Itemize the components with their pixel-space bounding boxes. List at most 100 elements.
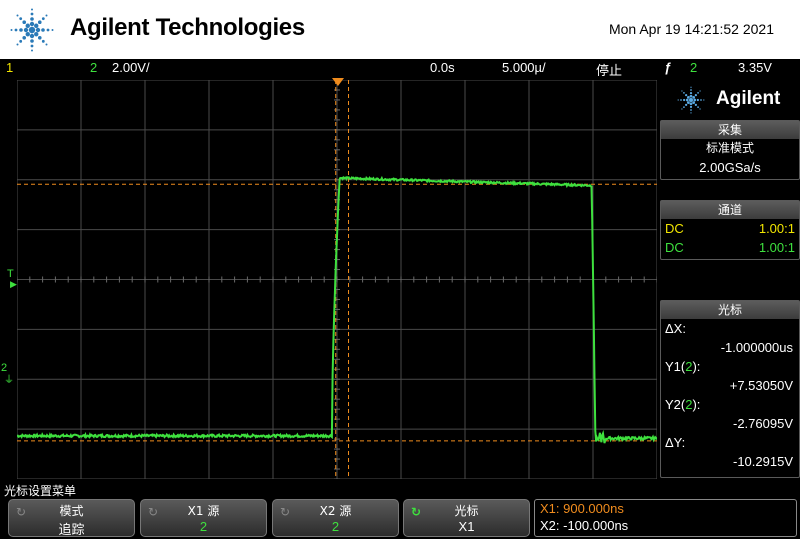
logo-dot bbox=[697, 106, 699, 108]
trigger-level: 3.35V bbox=[738, 60, 772, 75]
channel-1-coupling: DC bbox=[665, 221, 684, 236]
logo-dot bbox=[45, 14, 48, 17]
trigger-channel: 2 bbox=[690, 60, 698, 75]
logo-dot bbox=[697, 92, 699, 94]
channel-2-indicator[interactable]: 2 bbox=[90, 60, 97, 75]
logo-dot bbox=[41, 39, 45, 43]
logo-dot bbox=[30, 17, 34, 21]
delta-y-value: -10.2915V bbox=[733, 454, 793, 469]
x1-readout: X1: 900.000ns bbox=[540, 501, 624, 516]
logo-dot bbox=[694, 103, 697, 106]
waveform-display[interactable] bbox=[17, 80, 657, 479]
logo-dot bbox=[699, 90, 701, 92]
logo-dot bbox=[19, 17, 23, 21]
softkey-mode[interactable]: ↻ 模式 追踪 bbox=[8, 499, 135, 537]
acquire-header: 采集 bbox=[661, 121, 799, 139]
logo-dot bbox=[51, 29, 54, 31]
logo-dot bbox=[686, 101, 690, 105]
logo-dot bbox=[689, 98, 693, 102]
cursor-readout: X1: 900.000ns X2: -100.000ns bbox=[534, 499, 797, 537]
softkey-cursor-select[interactable]: ↻ 光标 X1 bbox=[403, 499, 530, 537]
logo-dot bbox=[30, 39, 34, 43]
time-delay: 0.0s bbox=[430, 60, 455, 75]
logo-dot bbox=[46, 28, 50, 32]
logo-dot bbox=[41, 17, 45, 21]
channels-header: 通道 bbox=[661, 201, 799, 219]
logo-dot bbox=[685, 98, 689, 102]
ground-symbol-icon: ⏚ bbox=[4, 375, 14, 386]
logo-dot bbox=[31, 8, 33, 11]
softkey-menu: 光标设置菜单 ↻ 模式 追踪 ↻ X1 源 2 ↻ X2 源 2 ↻ 光标 X1… bbox=[0, 480, 800, 539]
logo-dot bbox=[31, 49, 33, 52]
logo-dot bbox=[23, 27, 29, 33]
delta-y-label: ΔY: bbox=[665, 435, 686, 450]
graticule bbox=[17, 80, 657, 479]
rotate-knob-icon: ↻ bbox=[280, 505, 291, 519]
logo-dot bbox=[37, 20, 42, 25]
logo-dot bbox=[699, 108, 701, 110]
logo-dot bbox=[19, 28, 23, 32]
channel-1-row: DC 1.00:1 bbox=[661, 219, 799, 238]
logo-dot bbox=[703, 99, 705, 101]
status-bar: 1 2 2.00V/ 0.0s 5.000µ/ 停止 ƒ 2 3.35V bbox=[0, 59, 800, 78]
y1-value: +7.53050V bbox=[729, 378, 793, 393]
logo-dot bbox=[30, 12, 34, 16]
logo-dot bbox=[690, 109, 692, 111]
channel-1-probe: 1.00:1 bbox=[758, 221, 795, 236]
channel-2-scale: 2.00V/ bbox=[112, 60, 150, 75]
cursors-section[interactable]: 光标 ΔX: -1.000000us Y1(2): +7.53050V Y2(2… bbox=[660, 300, 800, 478]
agilent-spark-logo-icon bbox=[10, 8, 54, 52]
trigger-level-marker[interactable]: T bbox=[7, 268, 14, 280]
acquire-mode: 标准模式 bbox=[705, 141, 754, 155]
logo-dot bbox=[689, 92, 693, 95]
agilent-spark-small-icon bbox=[677, 86, 705, 114]
rotate-knob-icon: ↻ bbox=[148, 505, 159, 519]
run-state: 停止 bbox=[596, 63, 623, 78]
logo-dot bbox=[34, 23, 39, 28]
logo-dot bbox=[683, 92, 685, 94]
logo-dot bbox=[30, 44, 34, 48]
logo-dot bbox=[16, 43, 19, 46]
logo-dot bbox=[681, 90, 683, 92]
grid-lines bbox=[17, 80, 657, 479]
logo-dot bbox=[41, 28, 45, 32]
y2-label: Y2(2): bbox=[665, 397, 701, 412]
delta-x-label: ΔX: bbox=[665, 321, 686, 336]
cursors-header: 光标 bbox=[661, 301, 799, 319]
logo-dot bbox=[680, 99, 682, 101]
logo-dot bbox=[677, 99, 679, 101]
logo-dot bbox=[45, 43, 48, 46]
logo-dot bbox=[700, 99, 702, 101]
rotate-knob-icon: ↻ bbox=[16, 505, 27, 519]
panel-logo: Agilent bbox=[660, 82, 800, 118]
channels-section[interactable]: 通道 DC 1.00:1 DC 1.00:1 bbox=[660, 200, 800, 260]
logo-dot bbox=[683, 106, 685, 108]
logo-dot bbox=[22, 20, 27, 25]
logo-dot bbox=[689, 105, 693, 108]
acquire-section[interactable]: 采集 标准模式 2.00GSa/s bbox=[660, 120, 800, 180]
logo-dot bbox=[22, 35, 27, 40]
channel-2-probe: 1.00:1 bbox=[758, 240, 795, 255]
delta-x-value: -1.000000us bbox=[720, 340, 793, 355]
softkey-x1-source[interactable]: ↻ X1 源 2 bbox=[140, 499, 267, 537]
logo-dot bbox=[690, 86, 692, 88]
softkey-x2-source[interactable]: ↻ X2 源 2 bbox=[272, 499, 399, 537]
y2-value: -2.76095V bbox=[733, 416, 793, 431]
logo-dot bbox=[35, 27, 41, 33]
logo-dot bbox=[692, 101, 696, 105]
logo-dot bbox=[16, 14, 19, 17]
sample-rate: 2.00GSa/s bbox=[699, 160, 761, 175]
logo-dot bbox=[681, 108, 683, 110]
logo-dot bbox=[696, 98, 699, 102]
y1-label: Y1(2): bbox=[665, 359, 701, 374]
logo-dot bbox=[686, 95, 690, 99]
logo-dot bbox=[28, 26, 36, 34]
channel-1-indicator[interactable]: 1 bbox=[6, 60, 13, 75]
logo-dot bbox=[694, 94, 697, 97]
side-panel: Agilent 采集 标准模式 2.00GSa/s 通道 DC 1.00:1 D… bbox=[660, 80, 800, 479]
trigger-position-icon bbox=[332, 78, 344, 86]
logo-dot bbox=[14, 28, 18, 32]
logo-dot bbox=[692, 95, 696, 99]
logo-dot bbox=[29, 21, 35, 27]
logo-dot bbox=[34, 32, 39, 37]
